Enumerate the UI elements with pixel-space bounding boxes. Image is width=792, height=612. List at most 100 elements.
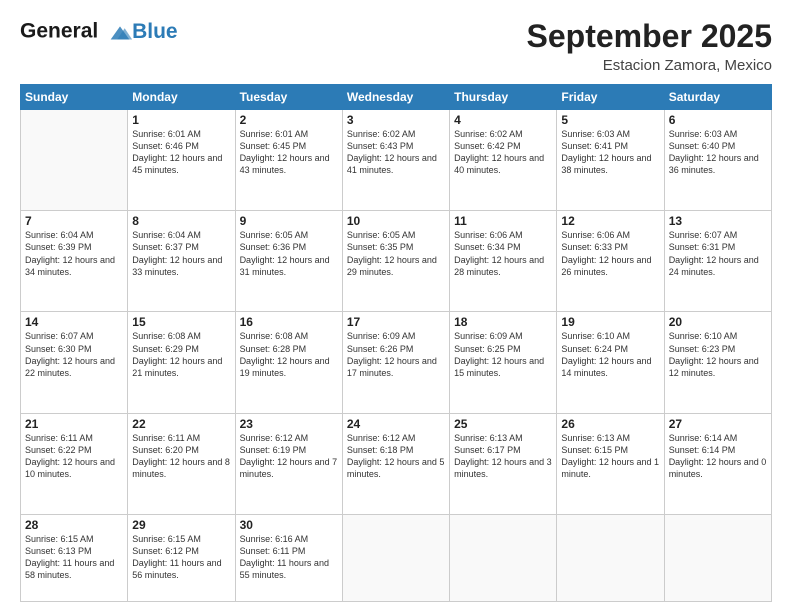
table-row — [450, 514, 557, 601]
day-info: Sunrise: 6:01 AMSunset: 6:45 PMDaylight:… — [240, 129, 330, 175]
table-row — [21, 110, 128, 211]
table-row: 12 Sunrise: 6:06 AMSunset: 6:33 PMDaylig… — [557, 211, 664, 312]
logo: General Blue — [20, 18, 178, 46]
day-number: 4 — [454, 113, 552, 127]
day-number: 26 — [561, 417, 659, 431]
day-info: Sunrise: 6:03 AMSunset: 6:41 PMDaylight:… — [561, 129, 651, 175]
day-number: 16 — [240, 315, 338, 329]
table-row: 7 Sunrise: 6:04 AMSunset: 6:39 PMDayligh… — [21, 211, 128, 312]
table-row: 10 Sunrise: 6:05 AMSunset: 6:35 PMDaylig… — [342, 211, 449, 312]
day-number: 9 — [240, 214, 338, 228]
table-row: 28 Sunrise: 6:15 AMSunset: 6:13 PMDaylig… — [21, 514, 128, 601]
table-row: 27 Sunrise: 6:14 AMSunset: 6:14 PMDaylig… — [664, 413, 771, 514]
day-info: Sunrise: 6:07 AMSunset: 6:31 PMDaylight:… — [669, 230, 759, 276]
day-info: Sunrise: 6:02 AMSunset: 6:42 PMDaylight:… — [454, 129, 544, 175]
table-row: 21 Sunrise: 6:11 AMSunset: 6:22 PMDaylig… — [21, 413, 128, 514]
table-row — [664, 514, 771, 601]
calendar-header-row: Sunday Monday Tuesday Wednesday Thursday… — [21, 85, 772, 110]
table-row: 20 Sunrise: 6:10 AMSunset: 6:23 PMDaylig… — [664, 312, 771, 413]
table-row: 29 Sunrise: 6:15 AMSunset: 6:12 PMDaylig… — [128, 514, 235, 601]
day-number: 2 — [240, 113, 338, 127]
day-info: Sunrise: 6:01 AMSunset: 6:46 PMDaylight:… — [132, 129, 222, 175]
table-row: 22 Sunrise: 6:11 AMSunset: 6:20 PMDaylig… — [128, 413, 235, 514]
table-row: 3 Sunrise: 6:02 AMSunset: 6:43 PMDayligh… — [342, 110, 449, 211]
day-number: 23 — [240, 417, 338, 431]
day-number: 21 — [25, 417, 123, 431]
day-info: Sunrise: 6:09 AMSunset: 6:25 PMDaylight:… — [454, 331, 544, 377]
day-number: 3 — [347, 113, 445, 127]
table-row: 11 Sunrise: 6:06 AMSunset: 6:34 PMDaylig… — [450, 211, 557, 312]
table-row: 19 Sunrise: 6:10 AMSunset: 6:24 PMDaylig… — [557, 312, 664, 413]
table-row: 24 Sunrise: 6:12 AMSunset: 6:18 PMDaylig… — [342, 413, 449, 514]
table-row: 15 Sunrise: 6:08 AMSunset: 6:29 PMDaylig… — [128, 312, 235, 413]
day-number: 10 — [347, 214, 445, 228]
logo-text: General — [20, 18, 134, 46]
header: General Blue September 2025 Estacion Zam… — [20, 18, 772, 74]
col-tuesday: Tuesday — [235, 85, 342, 110]
day-number: 30 — [240, 518, 338, 532]
day-info: Sunrise: 6:07 AMSunset: 6:30 PMDaylight:… — [25, 331, 115, 377]
col-saturday: Saturday — [664, 85, 771, 110]
day-number: 25 — [454, 417, 552, 431]
day-number: 7 — [25, 214, 123, 228]
table-row: 14 Sunrise: 6:07 AMSunset: 6:30 PMDaylig… — [21, 312, 128, 413]
table-row: 16 Sunrise: 6:08 AMSunset: 6:28 PMDaylig… — [235, 312, 342, 413]
day-info: Sunrise: 6:15 AMSunset: 6:13 PMDaylight:… — [25, 534, 114, 580]
day-number: 12 — [561, 214, 659, 228]
day-info: Sunrise: 6:06 AMSunset: 6:33 PMDaylight:… — [561, 230, 651, 276]
day-number: 5 — [561, 113, 659, 127]
table-row: 8 Sunrise: 6:04 AMSunset: 6:37 PMDayligh… — [128, 211, 235, 312]
day-info: Sunrise: 6:10 AMSunset: 6:23 PMDaylight:… — [669, 331, 759, 377]
day-number: 14 — [25, 315, 123, 329]
day-number: 19 — [561, 315, 659, 329]
table-row: 9 Sunrise: 6:05 AMSunset: 6:36 PMDayligh… — [235, 211, 342, 312]
day-info: Sunrise: 6:14 AMSunset: 6:14 PMDaylight:… — [669, 433, 767, 479]
day-number: 22 — [132, 417, 230, 431]
day-info: Sunrise: 6:04 AMSunset: 6:37 PMDaylight:… — [132, 230, 222, 276]
table-row: 25 Sunrise: 6:13 AMSunset: 6:17 PMDaylig… — [450, 413, 557, 514]
day-info: Sunrise: 6:10 AMSunset: 6:24 PMDaylight:… — [561, 331, 651, 377]
day-number: 17 — [347, 315, 445, 329]
col-sunday: Sunday — [21, 85, 128, 110]
day-info: Sunrise: 6:15 AMSunset: 6:12 PMDaylight:… — [132, 534, 221, 580]
day-number: 15 — [132, 315, 230, 329]
subtitle: Estacion Zamora, Mexico — [527, 57, 772, 74]
day-info: Sunrise: 6:03 AMSunset: 6:40 PMDaylight:… — [669, 129, 759, 175]
day-info: Sunrise: 6:08 AMSunset: 6:29 PMDaylight:… — [132, 331, 222, 377]
table-row: 17 Sunrise: 6:09 AMSunset: 6:26 PMDaylig… — [342, 312, 449, 413]
day-number: 13 — [669, 214, 767, 228]
table-row: 5 Sunrise: 6:03 AMSunset: 6:41 PMDayligh… — [557, 110, 664, 211]
day-info: Sunrise: 6:12 AMSunset: 6:19 PMDaylight:… — [240, 433, 338, 479]
table-row: 13 Sunrise: 6:07 AMSunset: 6:31 PMDaylig… — [664, 211, 771, 312]
day-number: 20 — [669, 315, 767, 329]
day-number: 29 — [132, 518, 230, 532]
calendar-table: Sunday Monday Tuesday Wednesday Thursday… — [20, 84, 772, 602]
table-row — [342, 514, 449, 601]
day-number: 24 — [347, 417, 445, 431]
day-info: Sunrise: 6:06 AMSunset: 6:34 PMDaylight:… — [454, 230, 544, 276]
day-info: Sunrise: 6:16 AMSunset: 6:11 PMDaylight:… — [240, 534, 329, 580]
logo-blue: Blue — [132, 20, 178, 44]
day-info: Sunrise: 6:13 AMSunset: 6:15 PMDaylight:… — [561, 433, 659, 479]
day-number: 28 — [25, 518, 123, 532]
day-info: Sunrise: 6:11 AMSunset: 6:22 PMDaylight:… — [25, 433, 115, 479]
table-row: 6 Sunrise: 6:03 AMSunset: 6:40 PMDayligh… — [664, 110, 771, 211]
col-monday: Monday — [128, 85, 235, 110]
table-row: 4 Sunrise: 6:02 AMSunset: 6:42 PMDayligh… — [450, 110, 557, 211]
logo-bird-icon — [106, 18, 134, 46]
day-info: Sunrise: 6:08 AMSunset: 6:28 PMDaylight:… — [240, 331, 330, 377]
col-friday: Friday — [557, 85, 664, 110]
day-number: 18 — [454, 315, 552, 329]
title-block: September 2025 Estacion Zamora, Mexico — [527, 18, 772, 74]
day-info: Sunrise: 6:02 AMSunset: 6:43 PMDaylight:… — [347, 129, 437, 175]
day-info: Sunrise: 6:04 AMSunset: 6:39 PMDaylight:… — [25, 230, 115, 276]
col-thursday: Thursday — [450, 85, 557, 110]
day-info: Sunrise: 6:05 AMSunset: 6:35 PMDaylight:… — [347, 230, 437, 276]
table-row — [557, 514, 664, 601]
day-number: 8 — [132, 214, 230, 228]
day-info: Sunrise: 6:09 AMSunset: 6:26 PMDaylight:… — [347, 331, 437, 377]
day-number: 1 — [132, 113, 230, 127]
day-info: Sunrise: 6:12 AMSunset: 6:18 PMDaylight:… — [347, 433, 445, 479]
day-number: 11 — [454, 214, 552, 228]
table-row: 1 Sunrise: 6:01 AMSunset: 6:46 PMDayligh… — [128, 110, 235, 211]
